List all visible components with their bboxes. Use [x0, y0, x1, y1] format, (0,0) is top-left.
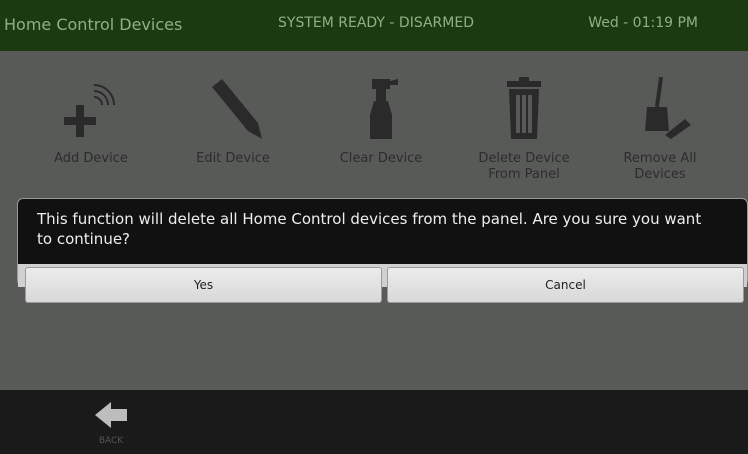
date-time: Wed - 01:19 PM: [588, 15, 698, 31]
add-device-label: Add Device: [54, 151, 128, 166]
confirm-dialog: This function will delete all Home Contr…: [17, 198, 748, 303]
delete-device-label: Delete Device From Panel: [478, 151, 570, 182]
dialog-message: This function will delete all Home Contr…: [37, 210, 702, 248]
trash-can-icon: [464, 75, 584, 145]
spray-bottle-icon: [321, 75, 441, 145]
system-status: SYSTEM READY - DISARMED: [278, 15, 474, 31]
cancel-button[interactable]: Cancel: [387, 267, 744, 303]
yes-button[interactable]: Yes: [25, 267, 382, 303]
back-button[interactable]: BACK: [86, 400, 136, 446]
edit-device-label: Edit Device: [196, 151, 270, 166]
edit-device-button[interactable]: Edit Device: [173, 75, 293, 167]
back-arrow-icon: [95, 402, 127, 428]
status-header: Home Control Devices SYSTEM READY - DISA…: [0, 0, 748, 51]
back-label: BACK: [98, 436, 124, 446]
delete-device-button[interactable]: Delete Device From Panel: [464, 75, 584, 183]
clear-device-button[interactable]: Clear Device: [321, 75, 441, 167]
page-title: Home Control Devices: [4, 15, 183, 34]
footer-bar: BACK: [0, 390, 748, 454]
clear-device-label: Clear Device: [339, 151, 423, 166]
add-device-icon: [31, 75, 151, 145]
pencil-icon: [173, 75, 293, 145]
add-device-button[interactable]: Add Device: [31, 75, 151, 167]
remove-all-devices-button[interactable]: Remove All Devices: [600, 75, 720, 183]
remove-all-devices-label: Remove All Devices: [623, 151, 697, 182]
broom-dustpan-icon: [600, 75, 720, 145]
